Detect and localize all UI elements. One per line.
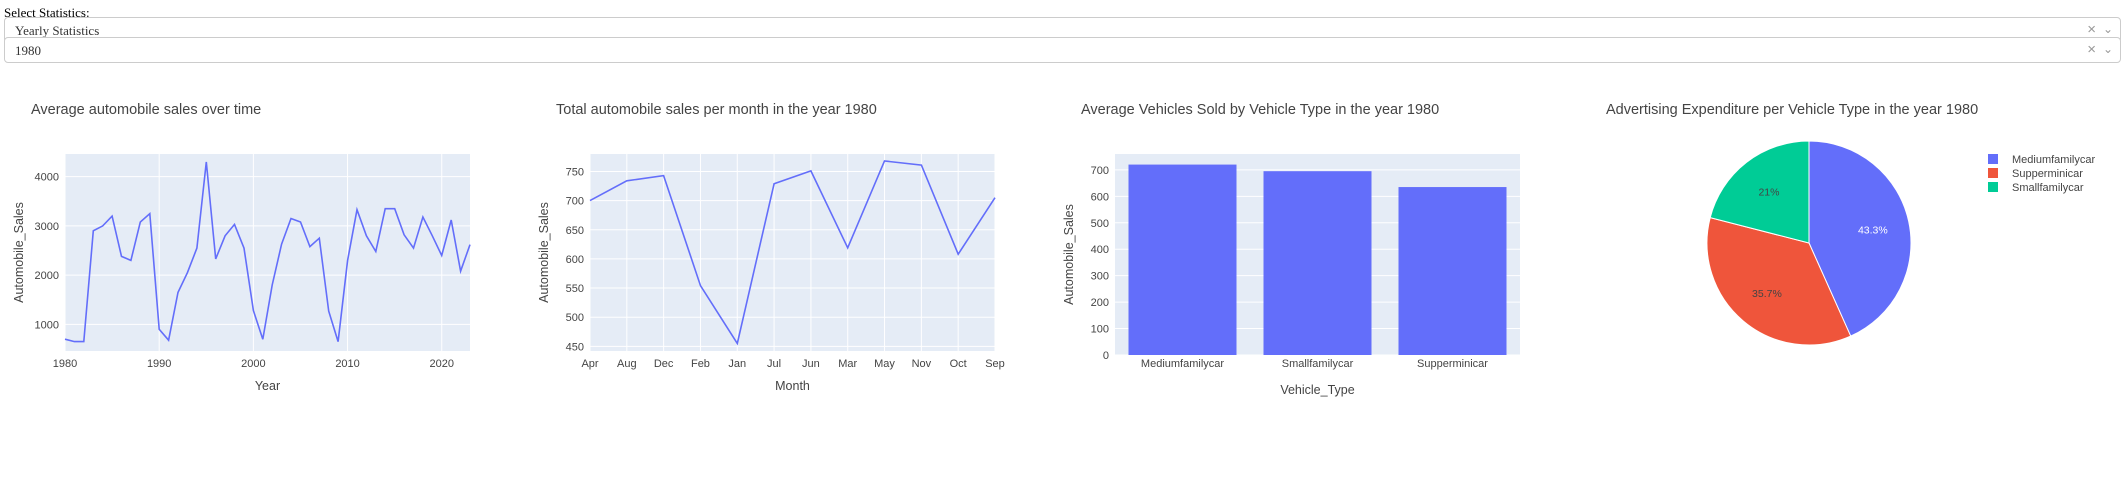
x-tick-label: Dec bbox=[654, 358, 674, 370]
y-tick-label: 2000 bbox=[35, 270, 59, 282]
pie-slice-label: 35.7% bbox=[1752, 288, 1782, 300]
x-tick-label: Oct bbox=[950, 358, 967, 370]
x-tick-label: May bbox=[874, 358, 895, 370]
advertising-expenditure-chart: Advertising Expenditure per Vehicle Type… bbox=[1606, 102, 2095, 346]
bar bbox=[1128, 164, 1237, 355]
clear-icon[interactable]: × bbox=[2087, 21, 2096, 38]
y-tick-label: 3000 bbox=[35, 221, 59, 233]
plot-area bbox=[65, 154, 470, 351]
clear-icon[interactable]: × bbox=[2087, 41, 2096, 58]
chart-title: Advertising Expenditure per Vehicle Type… bbox=[1606, 102, 1978, 118]
y-tick-label: 0 bbox=[1103, 350, 1109, 362]
x-tick-label: 2010 bbox=[335, 358, 359, 370]
x-tick-label: Feb bbox=[691, 358, 710, 370]
y-tick-label: 4000 bbox=[35, 172, 59, 184]
y-tick-label: 600 bbox=[566, 254, 584, 266]
y-tick-label: 500 bbox=[566, 312, 584, 324]
x-tick-label: Mar bbox=[838, 358, 857, 370]
legend-swatch bbox=[1988, 182, 1998, 192]
y-tick-label: 700 bbox=[566, 196, 584, 208]
y-tick-label: 750 bbox=[566, 166, 584, 178]
x-tick-label: Mediumfamilycar bbox=[1141, 358, 1224, 370]
chart-title: Average Vehicles Sold by Vehicle Type in… bbox=[1081, 102, 1439, 118]
x-tick-label: Apr bbox=[581, 358, 598, 370]
y-tick-label: 650 bbox=[566, 225, 584, 237]
y-tick-label: 600 bbox=[1091, 191, 1109, 203]
x-tick-label: 2020 bbox=[430, 358, 454, 370]
x-axis-title: Month bbox=[775, 379, 810, 393]
monthly-sales-chart: Total automobile sales per month in the … bbox=[537, 102, 1005, 393]
y-tick-label: 700 bbox=[1091, 165, 1109, 177]
y-tick-label: 200 bbox=[1091, 297, 1109, 309]
y-axis-title: Automobile_Sales bbox=[537, 202, 551, 303]
x-axis-title: Vehicle_Type bbox=[1280, 383, 1354, 397]
legend-swatch bbox=[1988, 154, 1998, 164]
x-tick-label: Jul bbox=[767, 358, 781, 370]
y-tick-label: 450 bbox=[566, 341, 584, 353]
year-value: 1980 bbox=[15, 43, 41, 58]
legend-label: Smallfamilycar bbox=[2012, 182, 2084, 194]
x-tick-label: Aug bbox=[617, 358, 637, 370]
y-axis-title: Automobile_Sales bbox=[12, 202, 26, 303]
x-tick-label: Jun bbox=[802, 358, 820, 370]
y-axis-title: Automobile_Sales bbox=[1062, 204, 1076, 305]
x-axis-title: Year bbox=[255, 379, 280, 393]
x-tick-label: Smallfamilycar bbox=[1282, 358, 1354, 370]
y-tick-label: 400 bbox=[1091, 244, 1109, 256]
chart-title: Total automobile sales per month in the … bbox=[556, 102, 877, 118]
legend-label: Mediumfamilycar bbox=[2012, 154, 2095, 166]
bar bbox=[1263, 171, 1372, 355]
chevron-down-icon[interactable]: ⌄ bbox=[2103, 42, 2113, 56]
plot-area bbox=[590, 154, 995, 351]
x-tick-label: Sep bbox=[985, 358, 1005, 370]
y-tick-label: 100 bbox=[1091, 324, 1109, 336]
y-tick-label: 550 bbox=[566, 283, 584, 295]
chevron-down-icon[interactable]: ⌄ bbox=[2103, 22, 2113, 36]
x-tick-label: 1990 bbox=[147, 358, 171, 370]
x-tick-label: Supperminicar bbox=[1417, 358, 1488, 370]
year-dropdown[interactable]: 1980 × ⌄ bbox=[4, 37, 2121, 63]
chart-title: Average automobile sales over time bbox=[31, 102, 261, 118]
y-tick-label: 500 bbox=[1091, 218, 1109, 230]
pie-slice-label: 43.3% bbox=[1858, 224, 1888, 236]
legend-label: Supperminicar bbox=[2012, 168, 2083, 180]
x-tick-label: 2000 bbox=[241, 358, 265, 370]
legend-swatch bbox=[1988, 168, 1998, 178]
bar bbox=[1398, 187, 1507, 355]
pie-slice-label: 21% bbox=[1758, 186, 1779, 198]
x-tick-label: Nov bbox=[912, 358, 932, 370]
y-tick-label: 300 bbox=[1091, 271, 1109, 283]
x-tick-label: Jan bbox=[728, 358, 746, 370]
x-tick-label: 1980 bbox=[53, 358, 77, 370]
sales-over-time-chart: Average automobile sales over time 1000 20… bbox=[12, 102, 471, 393]
y-tick-label: 1000 bbox=[35, 319, 59, 331]
vehicle-type-sales-chart: Average Vehicles Sold by Vehicle Type in… bbox=[1062, 102, 1520, 397]
